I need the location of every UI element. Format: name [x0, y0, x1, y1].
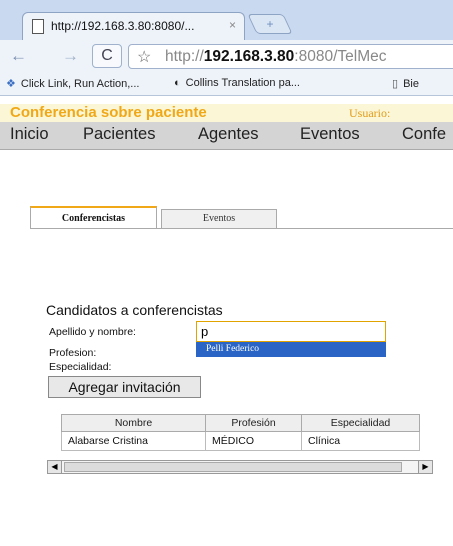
bookmark-star-icon[interactable]: ☆ — [137, 47, 151, 67]
tab-conferencistas[interactable]: Conferencistas — [30, 206, 157, 228]
app-header: Conferencia sobre paciente Usuario: — [0, 104, 453, 122]
menu-item-pacientes[interactable]: Pacientes — [83, 125, 155, 144]
bookmark-label: Bie — [403, 78, 419, 90]
bookmark-label: Click Link, Run Action,... — [20, 78, 140, 90]
address-bar[interactable]: ☆ http://192.168.3.80:8080/TelMec — [128, 44, 453, 69]
name-label: Apellido y nombre: — [49, 326, 136, 338]
menu-item-inicio[interactable]: Inicio — [10, 125, 49, 144]
bookmark-label: Collins Translation pa... — [185, 77, 300, 89]
column-header-profesion[interactable]: Profesión — [205, 414, 302, 432]
back-arrow-icon[interactable]: ← — [10, 46, 27, 66]
cell-profesion: MÉDICO — [205, 431, 302, 451]
url-path: :8080/TelMec — [294, 48, 387, 65]
user-label: Usuario: — [349, 106, 391, 120]
candidates-table: Nombre Profesión Especialidad Alabarse C… — [61, 414, 420, 451]
browser-tabstrip: http://192.168.3.80:8080/... × + — [0, 0, 453, 40]
new-tab-button[interactable]: + — [247, 14, 293, 34]
plus-icon: + — [266, 17, 274, 31]
column-header-especialidad[interactable]: Especialidad — [301, 414, 420, 432]
autocomplete-suggestion[interactable]: Pelli Federico — [196, 342, 386, 357]
reload-button[interactable]: C — [92, 44, 122, 68]
bookmark-item[interactable]: ◐ Collins Translation pa... — [174, 77, 300, 89]
url-text: http://192.168.3.80:8080/TelMec — [165, 48, 387, 66]
close-tab-icon[interactable]: × — [229, 18, 236, 32]
main-menu: Inicio Pacientes Agentes Eventos Confe — [0, 122, 453, 150]
table-header-row: Nombre Profesión Especialidad — [61, 414, 420, 432]
url-scheme: http:// — [165, 48, 204, 65]
scrollbar-thumb[interactable] — [64, 462, 402, 472]
menu-item-eventos[interactable]: Eventos — [300, 125, 360, 144]
browser-tab-title: http://192.168.3.80:8080/... — [51, 19, 195, 33]
scroll-left-icon[interactable]: ◀ — [48, 461, 62, 473]
section-title: Candidatos a conferencistas — [46, 302, 223, 318]
plugin-icon: ❖ — [6, 78, 16, 90]
bookmark-item[interactable]: ▯ Bie — [392, 77, 419, 90]
add-invitation-button[interactable]: Agregar invitación — [48, 376, 201, 398]
page-icon: ▯ — [392, 78, 399, 90]
cell-especialidad: Clínica — [301, 431, 420, 451]
cell-nombre: Alabarse Cristina — [61, 431, 206, 451]
bookmarks-bar: ❖ Click Link, Run Action,... ◐ Collins Tra… — [0, 72, 453, 96]
menu-item-conferencias[interactable]: Confe — [402, 125, 446, 144]
tab-divider — [30, 228, 453, 229]
collins-icon: ◐ — [174, 77, 181, 89]
app-title: Conferencia sobre paciente — [10, 104, 207, 121]
especialidad-label: Especialidad: — [49, 361, 112, 373]
menu-item-agentes[interactable]: Agentes — [198, 125, 259, 144]
bookmark-item[interactable]: ❖ Click Link, Run Action,... — [6, 77, 139, 90]
scroll-right-icon[interactable]: ▶ — [418, 461, 432, 473]
browser-toolbar: ← → C ☆ http://192.168.3.80:8080/TelMec — [0, 40, 453, 72]
horizontal-scrollbar[interactable]: ◀ ▶ — [47, 460, 433, 474]
browser-tab[interactable]: http://192.168.3.80:8080/... × — [22, 12, 245, 40]
column-header-nombre[interactable]: Nombre — [61, 414, 206, 432]
tab-eventos[interactable]: Eventos — [161, 209, 277, 228]
forward-arrow-icon[interactable]: → — [62, 46, 79, 66]
name-input[interactable] — [196, 321, 386, 342]
url-host: 192.168.3.80 — [203, 48, 295, 65]
page-icon — [32, 19, 44, 34]
tab-bar: Conferencistas Eventos — [30, 206, 453, 228]
profesion-label: Profesion: — [49, 347, 97, 359]
table-row[interactable]: Alabarse Cristina MÉDICO Clínica — [61, 431, 420, 451]
reload-icon: C — [101, 47, 113, 64]
